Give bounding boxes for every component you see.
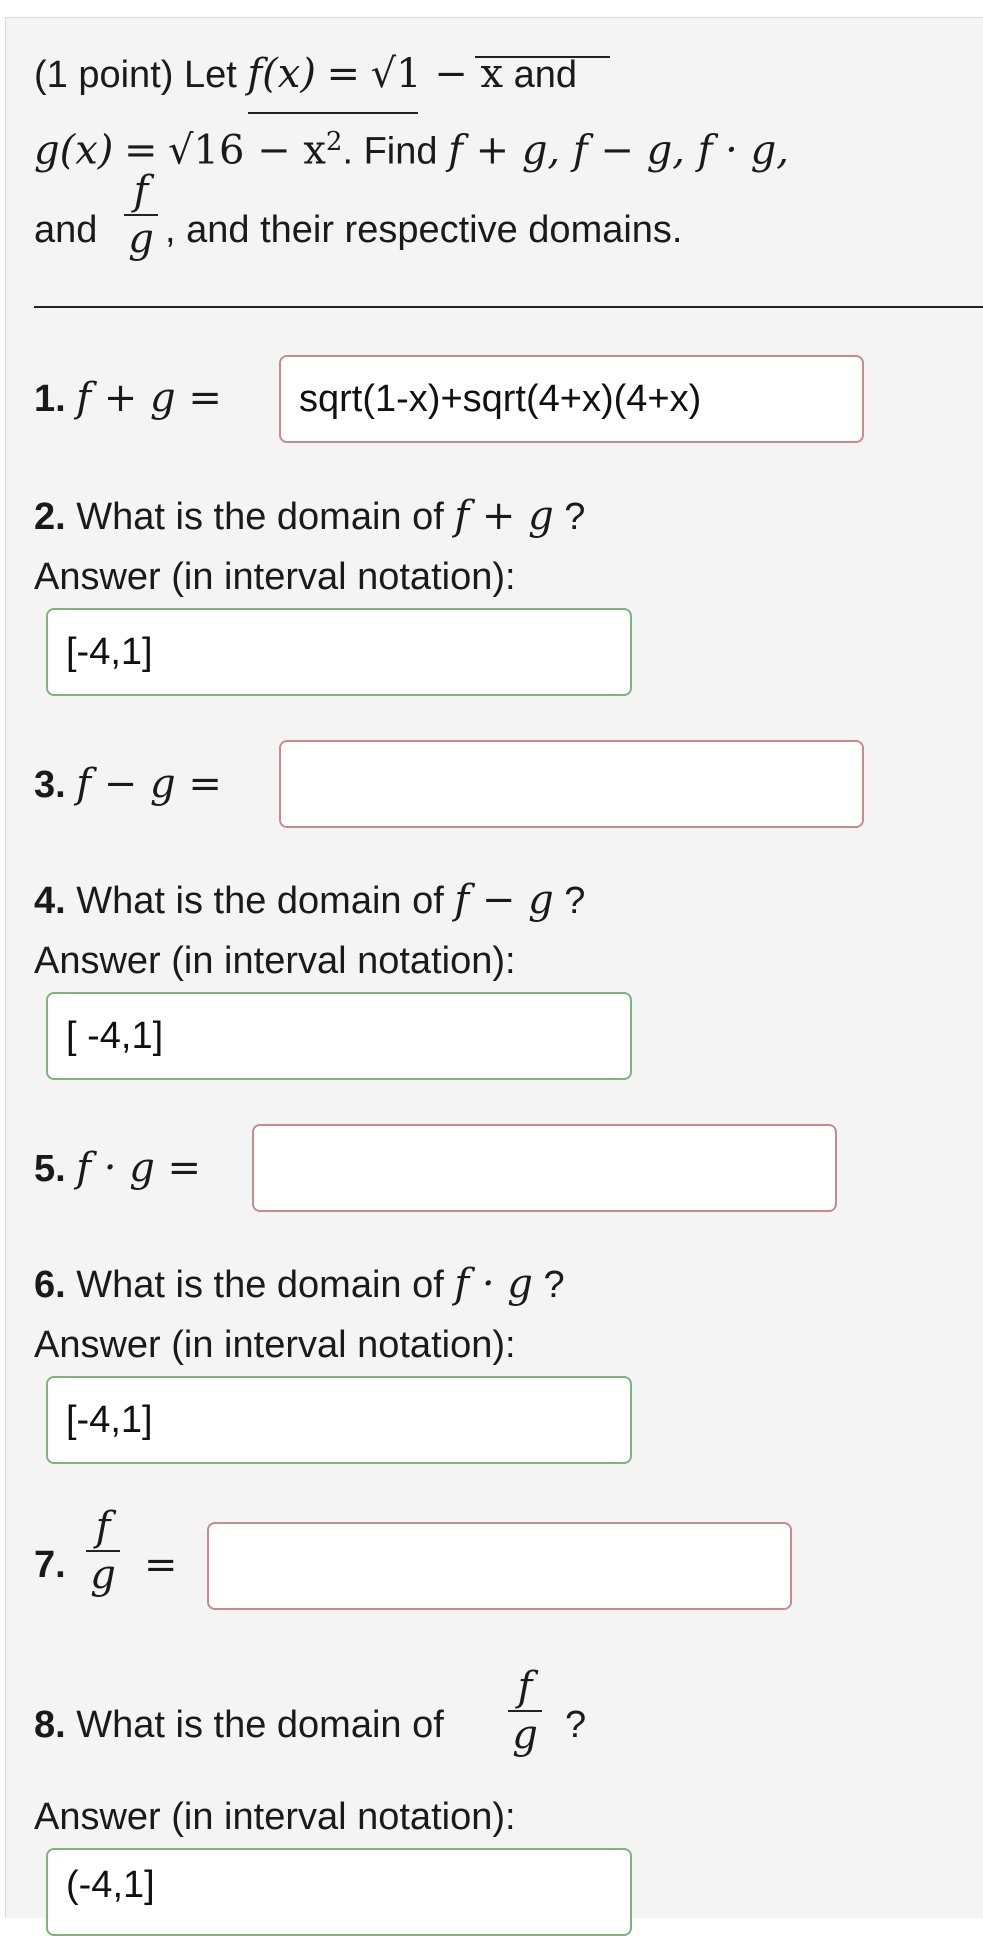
q4-answer-label: Answer (in interval notation): — [34, 939, 516, 983]
q5-label: 5. f · g = — [34, 1146, 201, 1191]
q7-answer-input[interactable] — [207, 1522, 792, 1610]
q2-answer-label: Answer (in interval notation): — [34, 555, 516, 599]
q8-text: What is the domain of — [65, 1704, 444, 1746]
and-text: and — [513, 54, 577, 96]
question-number: 4. — [34, 880, 66, 922]
sqrt-symbol: √ — [168, 127, 194, 174]
q6-question-mark: ? — [532, 1264, 565, 1306]
q6-answer-input[interactable]: [-4,1] — [46, 1376, 632, 1464]
operations-list: f + g, f − g, f · g, — [448, 127, 789, 174]
q4-expression: f − g — [454, 877, 554, 923]
sqrt-symbol: √ — [370, 51, 397, 97]
q3-label: 3. f − g = — [34, 762, 222, 807]
fraction-numerator: f — [133, 168, 149, 214]
q2-prompt: 2. What is the domain of f + g ? — [34, 494, 585, 539]
fraction-numerator: f — [95, 1504, 111, 1550]
question-mark: ? — [565, 1704, 587, 1746]
q6-expression: f · g — [454, 1261, 533, 1307]
problem-and-text: and — [34, 208, 97, 252]
problem-tail: , and their respective domains. — [165, 208, 683, 252]
f-over-g-fraction: f g — [124, 170, 158, 260]
answer-hint: Answer (in interval notation): — [34, 1796, 516, 1838]
answer-hint: Answer (in interval notation): — [34, 940, 516, 982]
find-text: . Find — [342, 130, 449, 173]
f-sqrt-overline — [475, 56, 610, 58]
question-number: 3. — [34, 764, 66, 806]
q4-prompt: 4. What is the domain of f − g ? — [34, 878, 585, 923]
q8-prompt: 8. What is the domain of — [34, 1703, 444, 1747]
problem-line-1: (1 point) Let f(x) = √1 − x and — [34, 52, 577, 97]
and-text: and — [34, 209, 98, 251]
equals-sign: = — [144, 1542, 178, 1588]
q4-question-mark: ? — [553, 880, 586, 922]
q8-answer-label: Answer (in interval notation): — [34, 1795, 516, 1839]
q6-answer-label: Answer (in interval notation): — [34, 1323, 516, 1367]
q1-label: 1. f + g = — [34, 376, 222, 421]
q7-fraction: f g — [86, 1506, 120, 1596]
q8-answer-input[interactable]: (-4,1] — [46, 1848, 632, 1936]
question-number: 7. — [34, 1544, 66, 1586]
q2-expression: f + g — [454, 493, 554, 539]
q7-equals: = — [144, 1543, 178, 1588]
fraction-numerator: f — [517, 1664, 533, 1710]
intro-text: (1 point) Let — [34, 54, 248, 96]
q5-expression: f · g = — [76, 1145, 202, 1191]
q3-expression: f − g = — [76, 761, 222, 807]
question-number: 6. — [34, 1264, 66, 1306]
exponent: 2 — [325, 127, 343, 157]
section-divider — [34, 306, 983, 308]
q8-question-mark: ? — [565, 1703, 586, 1747]
equals-sign: = — [326, 51, 360, 97]
answer-hint: Answer (in interval notation): — [34, 1324, 516, 1366]
equals-sign: = — [123, 127, 158, 174]
question-number: 5. — [34, 1148, 66, 1190]
g-definition-lhs: g(x) — [34, 127, 114, 174]
q2-text: What is the domain of — [65, 496, 455, 538]
q6-prompt: 6. What is the domain of f · g ? — [34, 1262, 565, 1307]
q6-text: What is the domain of — [65, 1264, 455, 1306]
q2-answer-input[interactable]: [-4,1] — [46, 608, 632, 696]
q5-answer-input[interactable] — [252, 1124, 837, 1212]
q1-answer-input[interactable]: sqrt(1-x)+sqrt(4+x)(4+x) — [279, 355, 864, 443]
question-number: 8. — [34, 1704, 66, 1746]
q4-text: What is the domain of — [65, 880, 455, 922]
fraction-denominator: g — [512, 1712, 538, 1758]
problem-line-2: g(x) = √16 − x2. Find f + g, f − g, f · … — [34, 120, 789, 174]
q8-fraction: f g — [508, 1666, 542, 1756]
question-number: 2. — [34, 496, 66, 538]
fraction-denominator: g — [128, 216, 154, 262]
fraction-denominator: g — [90, 1552, 116, 1598]
answer-hint: Answer (in interval notation): — [34, 556, 516, 598]
q2-question-mark: ? — [553, 496, 586, 538]
g-radicand-text: 16 − x — [193, 127, 326, 174]
q1-expression: f + g = — [76, 375, 222, 421]
q4-answer-input[interactable]: [ -4,1] — [46, 992, 632, 1080]
question-number: 1. — [34, 378, 66, 420]
q3-answer-input[interactable] — [279, 740, 864, 828]
q7-number: 7. — [34, 1543, 66, 1587]
tail-text: , and their respective domains. — [165, 209, 683, 251]
f-definition-lhs: f(x) — [247, 51, 316, 97]
g-sqrt-overline — [248, 112, 418, 114]
